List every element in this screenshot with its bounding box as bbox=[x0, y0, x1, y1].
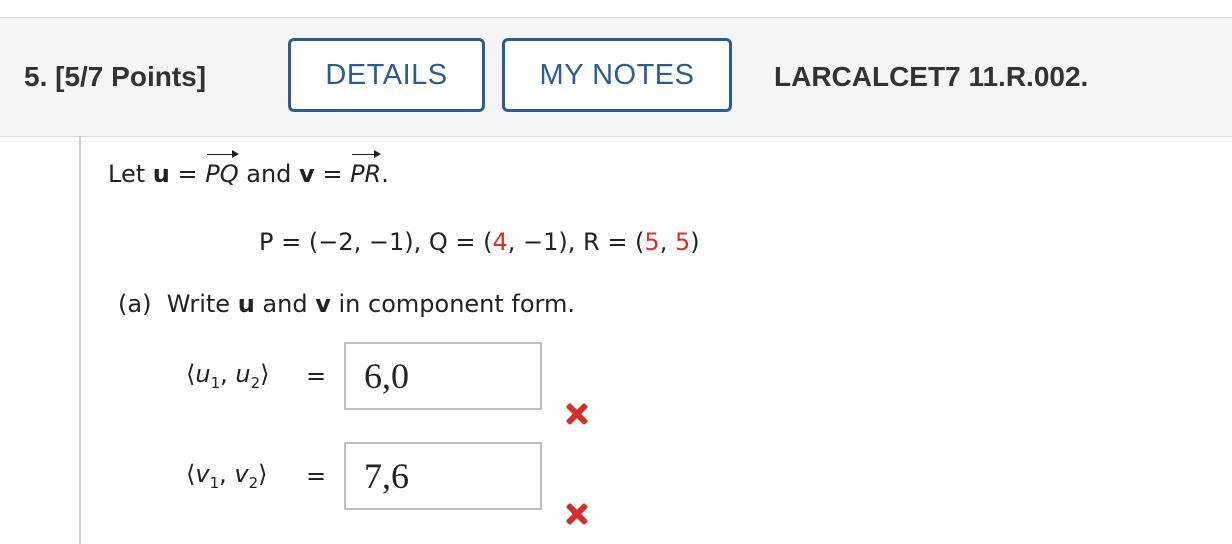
v-answer-field[interactable]: 7,6 bbox=[344, 442, 542, 510]
points-sep: , bbox=[659, 228, 675, 256]
points-text-p: P = (−2, −1), Q = ( bbox=[259, 228, 493, 256]
part-a-label: (a) bbox=[118, 290, 152, 318]
u-answer-field[interactable]: 6,0 bbox=[344, 342, 542, 410]
v-variable: v bbox=[299, 160, 315, 188]
v-components-label: ⟨v1, v2⟩ bbox=[186, 460, 268, 492]
let-text: Let bbox=[108, 160, 146, 188]
u-variable: u bbox=[152, 160, 170, 188]
question-points-label: 5. [5/7 Points] bbox=[24, 61, 207, 92]
equals-sign: = bbox=[306, 462, 327, 490]
r-y-value: 5 bbox=[674, 228, 691, 256]
u-variable: u bbox=[237, 290, 255, 318]
and-text: and bbox=[238, 160, 300, 188]
incorrect-x-icon bbox=[565, 503, 587, 525]
part-a: (a) Write u and v in component form. bbox=[118, 290, 575, 318]
equals-sign: = bbox=[306, 362, 327, 390]
r-x-value: 5 bbox=[644, 228, 660, 256]
part-a-text: and bbox=[254, 290, 316, 318]
my-notes-button[interactable]: MY NOTES bbox=[502, 38, 732, 112]
u-components-label: ⟨u1, u2⟩ bbox=[186, 360, 270, 392]
points-definition: P = (−2, −1), Q = (4, −1), R = (5, 5) bbox=[259, 228, 700, 256]
problem-statement: Let u = PQ and v = PR. bbox=[108, 150, 389, 188]
points-close: ) bbox=[690, 228, 700, 256]
q-x-value: 4 bbox=[492, 228, 508, 256]
v-variable: v bbox=[315, 290, 331, 318]
incorrect-x-icon bbox=[565, 403, 587, 425]
period: . bbox=[381, 160, 389, 188]
equals-sign: = bbox=[314, 160, 351, 188]
content-divider bbox=[79, 136, 81, 544]
part-a-text: in component form. bbox=[330, 290, 576, 318]
problem-code: LARCALCET7 11.R.002. bbox=[774, 61, 1089, 92]
vector-pq: PQ bbox=[205, 150, 239, 188]
vector-pr: PR bbox=[350, 150, 382, 188]
points-text-q: , −1), R = ( bbox=[507, 228, 645, 256]
question-header: 5. [5/7 Points] DETAILS MY NOTES LARCALC… bbox=[0, 17, 1232, 137]
details-button[interactable]: DETAILS bbox=[288, 38, 485, 112]
part-a-text: Write bbox=[166, 290, 238, 318]
equals-sign: = bbox=[169, 160, 206, 188]
